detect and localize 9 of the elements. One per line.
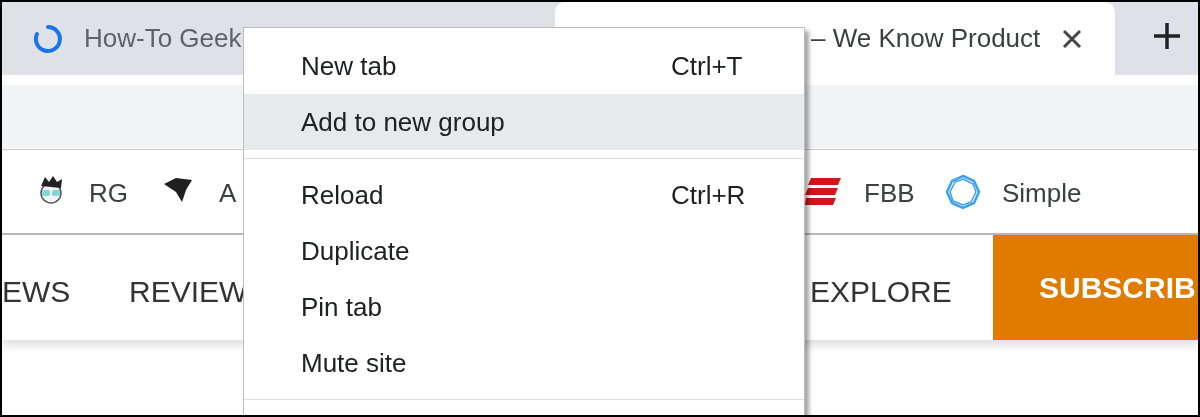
menu-item-label: Mute site — [301, 346, 408, 380]
menu-item-label: Pin tab — [301, 290, 383, 324]
menu-item-label: Add to new group — [301, 105, 506, 139]
tab-title: – We Know Product — [811, 22, 1041, 55]
menu-item-label: New tab — [301, 49, 398, 83]
menu-item-label: Reload — [301, 178, 385, 212]
keyboard-shortcut: Ctrl+R — [671, 178, 746, 212]
tab-title: How-To Geek — [84, 22, 242, 55]
menu-item-label: Duplicate — [301, 234, 411, 268]
